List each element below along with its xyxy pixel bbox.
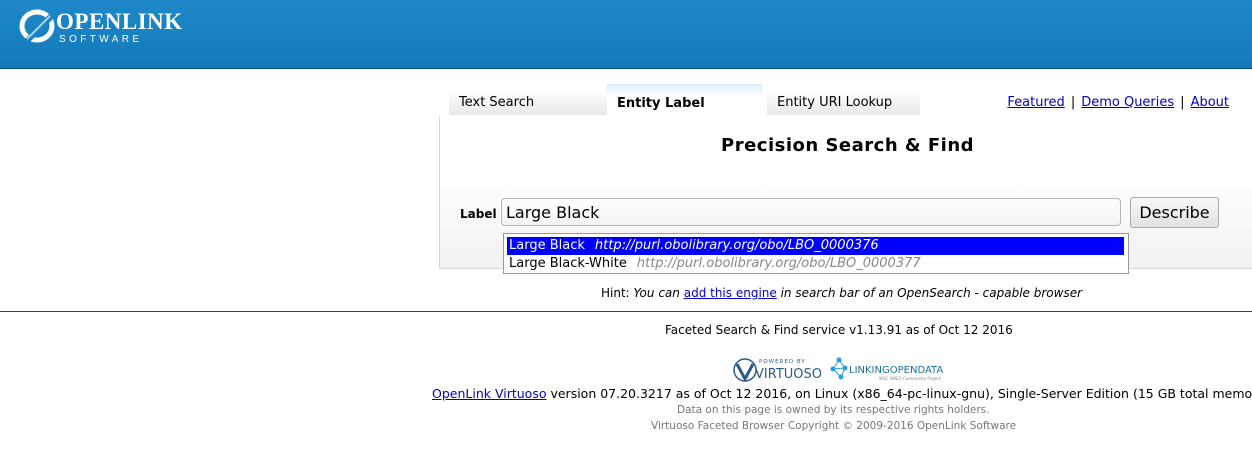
tab-text-search[interactable]: Text Search — [449, 90, 607, 115]
badges-graphic: POWERED BY VIRTUOSO LINKINGOPENDATA W3C … — [733, 357, 944, 383]
autocomplete-item[interactable]: Large Black http://purl.obolibrary.org/ob… — [507, 237, 1124, 255]
service-version: Faceted Search & Find service v1.13.91 a… — [665, 323, 1013, 337]
tab-entity-uri-lookup[interactable]: Entity URI Lookup — [767, 90, 920, 115]
link-separator: | — [1070, 95, 1076, 110]
add-engine-link[interactable]: add this engine — [684, 286, 777, 300]
featured-link[interactable]: Featured — [1007, 95, 1064, 110]
virtuoso-badge-text: VIRTUOSO — [755, 367, 822, 382]
label-input[interactable] — [501, 198, 1121, 226]
autocomplete-label: Large Black-White — [509, 256, 627, 271]
describe-button[interactable]: Describe — [1130, 197, 1219, 228]
label-field-label: Label — [460, 207, 497, 221]
hint-text2: in search bar of an OpenSearch - capable… — [780, 286, 1083, 300]
tab-entity-label-lookup[interactable]: Entity Label Lookup — [607, 84, 762, 149]
ownership-notice: Data on this page is owned by its respec… — [677, 404, 990, 416]
autocomplete-list: Large Black http://purl.obolibrary.org/ob… — [503, 233, 1129, 274]
footer-divider — [0, 311, 1252, 312]
openlink-logo-icon[interactable] — [18, 6, 58, 46]
about-link[interactable]: About — [1191, 95, 1229, 110]
logo-text[interactable]: OPENLINK SOFTWARE — [56, 10, 183, 46]
site-header: OPENLINK SOFTWARE — [0, 0, 1252, 69]
page-title: Precision Search & Find — [721, 135, 975, 156]
logo-line1: OPENLINK — [56, 9, 183, 34]
version-text: version 07.20.3217 as of Oct 12 2016, on… — [550, 386, 1252, 401]
hint-text1: You can — [633, 286, 680, 300]
hint-text: Hint: You can add this engine in search … — [601, 286, 1082, 300]
virtuoso-badge-small: POWERED BY — [759, 359, 806, 365]
hint-prefix: Hint: — [601, 286, 630, 300]
virtuoso-badge[interactable]: POWERED BY VIRTUOSO — [733, 358, 822, 383]
openlink-virtuoso-link[interactable]: OpenLink Virtuoso — [432, 386, 546, 401]
linking-open-data-badge[interactable]: LINKINGOPENDATA W3C SWEO Community Proje… — [830, 357, 944, 382]
autocomplete-item[interactable]: Large Black-White http://purl.obolibrary.… — [507, 255, 921, 273]
lod-badge-text: LINKINGOPENDATA — [849, 365, 943, 376]
demo-queries-link[interactable]: Demo Queries — [1081, 95, 1174, 110]
link-separator: | — [1180, 95, 1185, 110]
copyright-notice: Virtuoso Faceted Browser Copyright © 200… — [651, 420, 1017, 432]
virtuoso-version: OpenLink Virtuoso version 07.20.3217 as … — [432, 386, 1252, 401]
autocomplete-label: Large Black — [509, 238, 585, 253]
footer-badges: POWERED BY VIRTUOSO LINKINGOPENDATA W3C … — [733, 355, 953, 387]
autocomplete-uri: http://purl.obolibrary.org/obo/LBO_00003… — [636, 256, 921, 271]
autocomplete-uri: http://purl.obolibrary.org/obo/LBO_00003… — [594, 238, 879, 253]
lod-badge-small: W3C SWEO Community Project — [879, 376, 942, 381]
top-links: Featured | Demo Queries | About — [1007, 95, 1229, 110]
logo-line2: SOFTWARE — [59, 34, 143, 45]
